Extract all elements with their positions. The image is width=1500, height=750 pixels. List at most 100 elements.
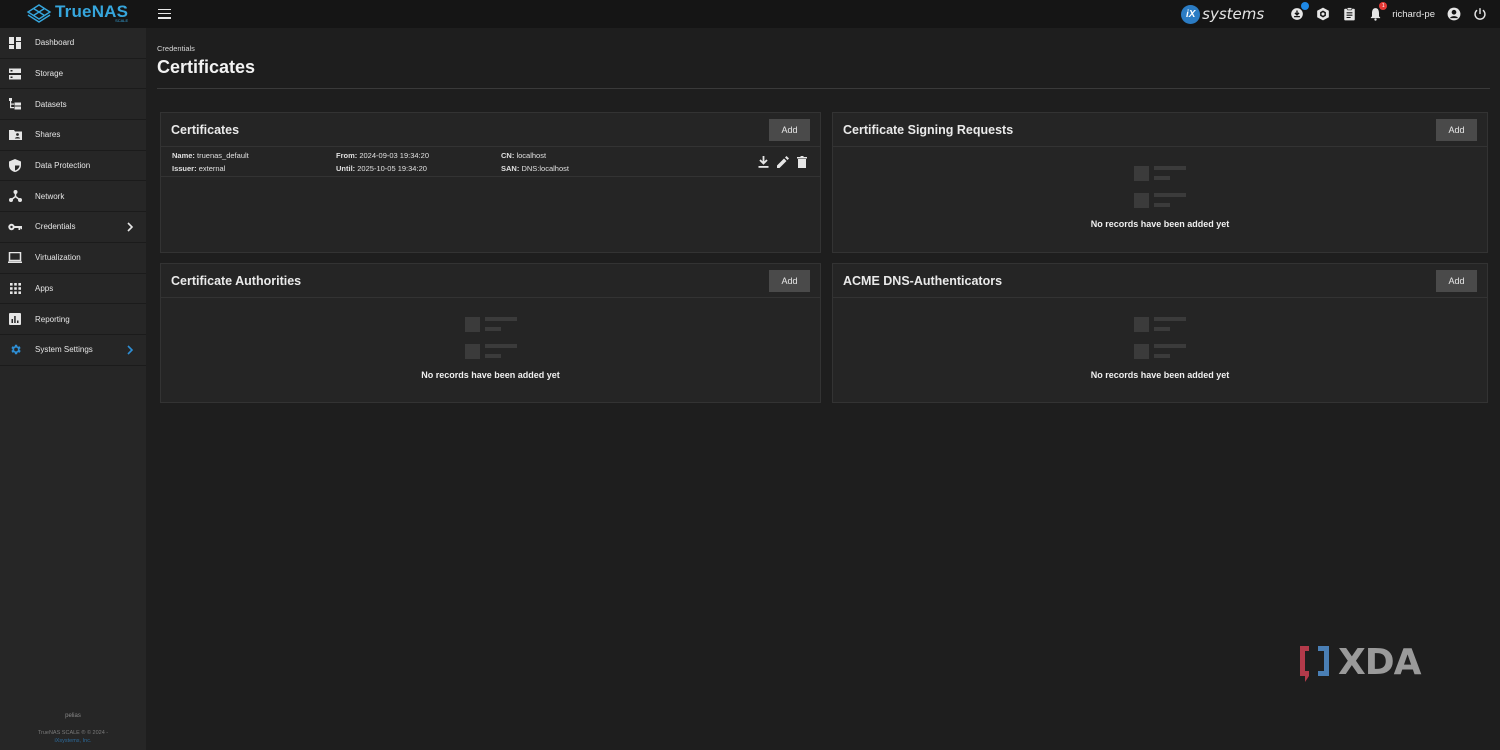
issuer-label: Issuer: bbox=[172, 164, 197, 173]
cert-name: truenas_default bbox=[197, 151, 249, 160]
sidebar-item-system-settings[interactable]: System Settings bbox=[0, 335, 146, 366]
laptop-icon bbox=[8, 251, 22, 265]
empty-message: No records have been added yet bbox=[1090, 370, 1230, 380]
gear-icon bbox=[8, 343, 22, 357]
truenas-logo-icon bbox=[26, 4, 52, 23]
cert-until-cell: Until: 2025-10-05 19:34:20 bbox=[336, 164, 427, 173]
sidebar-item-label: Network bbox=[35, 191, 65, 201]
sidebar-item-apps[interactable]: Apps bbox=[0, 274, 146, 305]
empty-list-icon bbox=[1134, 317, 1186, 359]
chevron-right-icon bbox=[127, 222, 134, 232]
shield-icon bbox=[8, 159, 22, 173]
updates-badge bbox=[1301, 2, 1310, 10]
cert-until: 2025-10-05 19:34:20 bbox=[357, 164, 427, 173]
datasets-icon bbox=[8, 97, 22, 111]
table-row[interactable]: Name: truenas_default Issuer: external F… bbox=[161, 147, 820, 177]
csr-card: Certificate Signing Requests Add No reco… bbox=[832, 112, 1488, 253]
truecommand-icon[interactable] bbox=[1315, 6, 1331, 22]
ix-logo-icon: iX bbox=[1181, 4, 1201, 24]
empty-list-icon bbox=[464, 317, 517, 359]
download-icon[interactable] bbox=[757, 155, 770, 168]
card-title: ACME DNS-Authenticators bbox=[843, 273, 1003, 288]
card-title: Certificate Authorities bbox=[171, 273, 302, 288]
xda-logo-icon bbox=[1300, 645, 1329, 682]
sidebar-item-credentials[interactable]: Credentials bbox=[0, 212, 146, 243]
sidebar-item-label: System Settings bbox=[35, 345, 93, 355]
cert-cn-cell: CN: localhost bbox=[501, 151, 546, 160]
shares-icon bbox=[8, 128, 22, 142]
empty-state: No records have been added yet bbox=[833, 166, 1487, 229]
acme-dns-authenticators-card: ACME DNS-Authenticators Add No records h… bbox=[832, 263, 1488, 403]
cert-from-cell: From: 2024-09-03 19:34:20 bbox=[336, 151, 429, 160]
cert-issuer: external bbox=[198, 164, 226, 173]
empty-message: No records have been added yet bbox=[421, 370, 560, 380]
sidebar-item-label: Reporting bbox=[35, 314, 70, 324]
sidebar-item-storage[interactable]: Storage bbox=[0, 59, 146, 90]
san-label: SAN: bbox=[501, 164, 520, 173]
sidebar-item-network[interactable]: Network bbox=[0, 181, 146, 213]
chevron-right-icon bbox=[127, 345, 134, 355]
add-authority-button[interactable]: Add bbox=[769, 269, 810, 292]
account-icon[interactable] bbox=[1446, 6, 1462, 22]
sidebar-item-virtualization[interactable]: Virtualization bbox=[0, 243, 146, 274]
delete-icon[interactable] bbox=[795, 155, 808, 168]
name-label: Name: bbox=[172, 151, 195, 160]
updates-icon[interactable] bbox=[1289, 2, 1310, 22]
sidebar-footer: pelias TrueNAS SCALE ® © 2024 - iXsystem… bbox=[0, 713, 146, 744]
cert-san: DNS:localhost bbox=[521, 164, 569, 173]
until-label: Until: bbox=[336, 164, 356, 173]
jobs-icon[interactable] bbox=[1341, 6, 1357, 22]
power-icon[interactable] bbox=[1472, 6, 1488, 22]
sidebar-item-label: Apps bbox=[35, 283, 54, 293]
sidebar-item-dashboard[interactable]: Dashboard bbox=[0, 28, 146, 59]
sidebar-item-label: Datasets bbox=[35, 99, 67, 109]
breadcrumb[interactable]: Credentials bbox=[157, 44, 195, 53]
topbar: TrueNAS SCALE iX systems 1 richard-pe bbox=[0, 0, 1500, 28]
add-acme-button[interactable]: Add bbox=[1436, 269, 1477, 292]
company-link[interactable]: iXsystems, Inc. bbox=[0, 738, 146, 744]
empty-list-icon bbox=[1134, 166, 1186, 208]
sidebar-item-datasets[interactable]: Datasets bbox=[0, 89, 146, 121]
add-csr-button[interactable]: Add bbox=[1436, 118, 1477, 141]
sidebar-item-label: Virtualization bbox=[35, 253, 81, 263]
ixsystems-text: systems bbox=[1202, 5, 1265, 23]
xda-watermark: XDA bbox=[1298, 642, 1421, 683]
from-label: From: bbox=[336, 151, 358, 160]
sidebar-item-data-protection[interactable]: Data Protection bbox=[0, 151, 146, 182]
dashboard-icon bbox=[8, 36, 22, 50]
cert-cn: localhost bbox=[516, 151, 547, 160]
certificates-card: Certificates Add Name: truenas_default I… bbox=[160, 112, 821, 253]
edit-icon[interactable] bbox=[776, 155, 789, 168]
reporting-icon bbox=[8, 312, 22, 326]
sidebar-item-label: Dashboard bbox=[35, 38, 75, 48]
xda-text: XDA bbox=[1338, 642, 1421, 683]
copyright: TrueNAS SCALE ® © 2024 - bbox=[37, 730, 109, 737]
truenas-logo[interactable]: TrueNAS SCALE bbox=[26, 3, 128, 23]
sidebar: Dashboard Storage Datasets Shares Data P… bbox=[0, 28, 146, 750]
cert-san-cell: SAN: DNS:localhost bbox=[501, 164, 569, 173]
card-title: Certificate Signing Requests bbox=[843, 122, 1014, 137]
key-icon bbox=[8, 220, 22, 234]
empty-message: No records have been added yet bbox=[1090, 219, 1230, 229]
cert-name-cell: Name: truenas_default bbox=[172, 151, 249, 160]
apps-grid-icon bbox=[8, 281, 22, 295]
cert-issuer-cell: Issuer: external bbox=[172, 164, 225, 173]
add-certificate-button[interactable]: Add bbox=[769, 118, 810, 141]
username[interactable]: richard-pe bbox=[1392, 9, 1435, 20]
page-title: Certificates bbox=[157, 57, 256, 77]
sidebar-item-reporting[interactable]: Reporting bbox=[0, 304, 146, 335]
hostname: pelias bbox=[65, 713, 81, 720]
sidebar-item-label: Storage bbox=[35, 69, 64, 79]
card-title: Certificates bbox=[171, 122, 240, 137]
ixsystems-logo[interactable]: iX systems bbox=[1181, 4, 1265, 24]
alerts-badge: 1 bbox=[1379, 2, 1388, 10]
sidebar-item-label: Data Protection bbox=[35, 161, 91, 171]
empty-state: No records have been added yet bbox=[833, 317, 1487, 380]
logo-edition: SCALE bbox=[115, 18, 129, 23]
alerts-icon[interactable]: 1 bbox=[1367, 2, 1388, 22]
sidebar-item-shares[interactable]: Shares bbox=[0, 120, 146, 151]
menu-icon[interactable] bbox=[158, 6, 174, 22]
storage-icon bbox=[8, 67, 22, 81]
cert-from: 2024-09-03 19:34:20 bbox=[359, 151, 429, 160]
title-divider bbox=[157, 88, 1490, 89]
